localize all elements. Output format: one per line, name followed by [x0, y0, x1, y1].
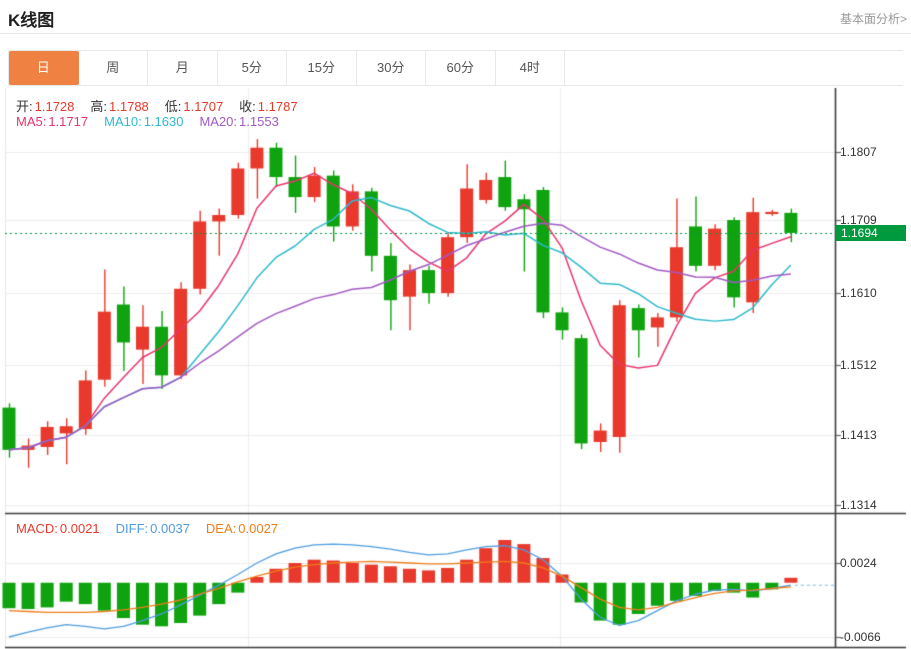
axis-tick-label: 0.0024: [840, 556, 877, 570]
info-item: MACD:0.0021: [16, 521, 100, 536]
axis-tick-label: 1.1413: [840, 428, 877, 442]
axis-tick-label: 1.1512: [840, 358, 877, 372]
info-item: MA20:1.1553: [199, 114, 278, 129]
info-item: 低:1.1707: [165, 99, 223, 114]
info-item: MA5:1.1717: [16, 114, 88, 129]
axis-tick-label: 1.1314: [840, 498, 877, 512]
axis-tick-label: 1.1610: [840, 286, 877, 300]
info-item: 收:1.1787: [239, 99, 297, 114]
kline-widget: K线图 基本面分析> 日周月5分15分30分60分4时 开:1.1728高:1.…: [0, 0, 911, 649]
axis-tick-label: 1.1807: [840, 145, 877, 159]
macd-info-row: MACD:0.0021 DIFF:0.0037 DEA:0.0027: [16, 521, 294, 536]
ma-info-row: MA5:1.1717 MA10:1.1630 MA20:1.1553: [16, 114, 295, 129]
ohlc-info-row: 开:1.1728 高:1.1788 低:1.1707 收:1.1787: [16, 96, 314, 115]
info-item: DEA:0.0027: [206, 521, 278, 536]
current-price-badge: 1.1694: [836, 225, 906, 241]
info-item: MA10:1.1630: [104, 114, 183, 129]
axis-tick-label: -0.0066: [840, 630, 881, 644]
info-item: 开:1.1728: [16, 99, 74, 114]
info-item: 高:1.1788: [90, 99, 148, 114]
info-item: DIFF:0.0037: [116, 521, 190, 536]
